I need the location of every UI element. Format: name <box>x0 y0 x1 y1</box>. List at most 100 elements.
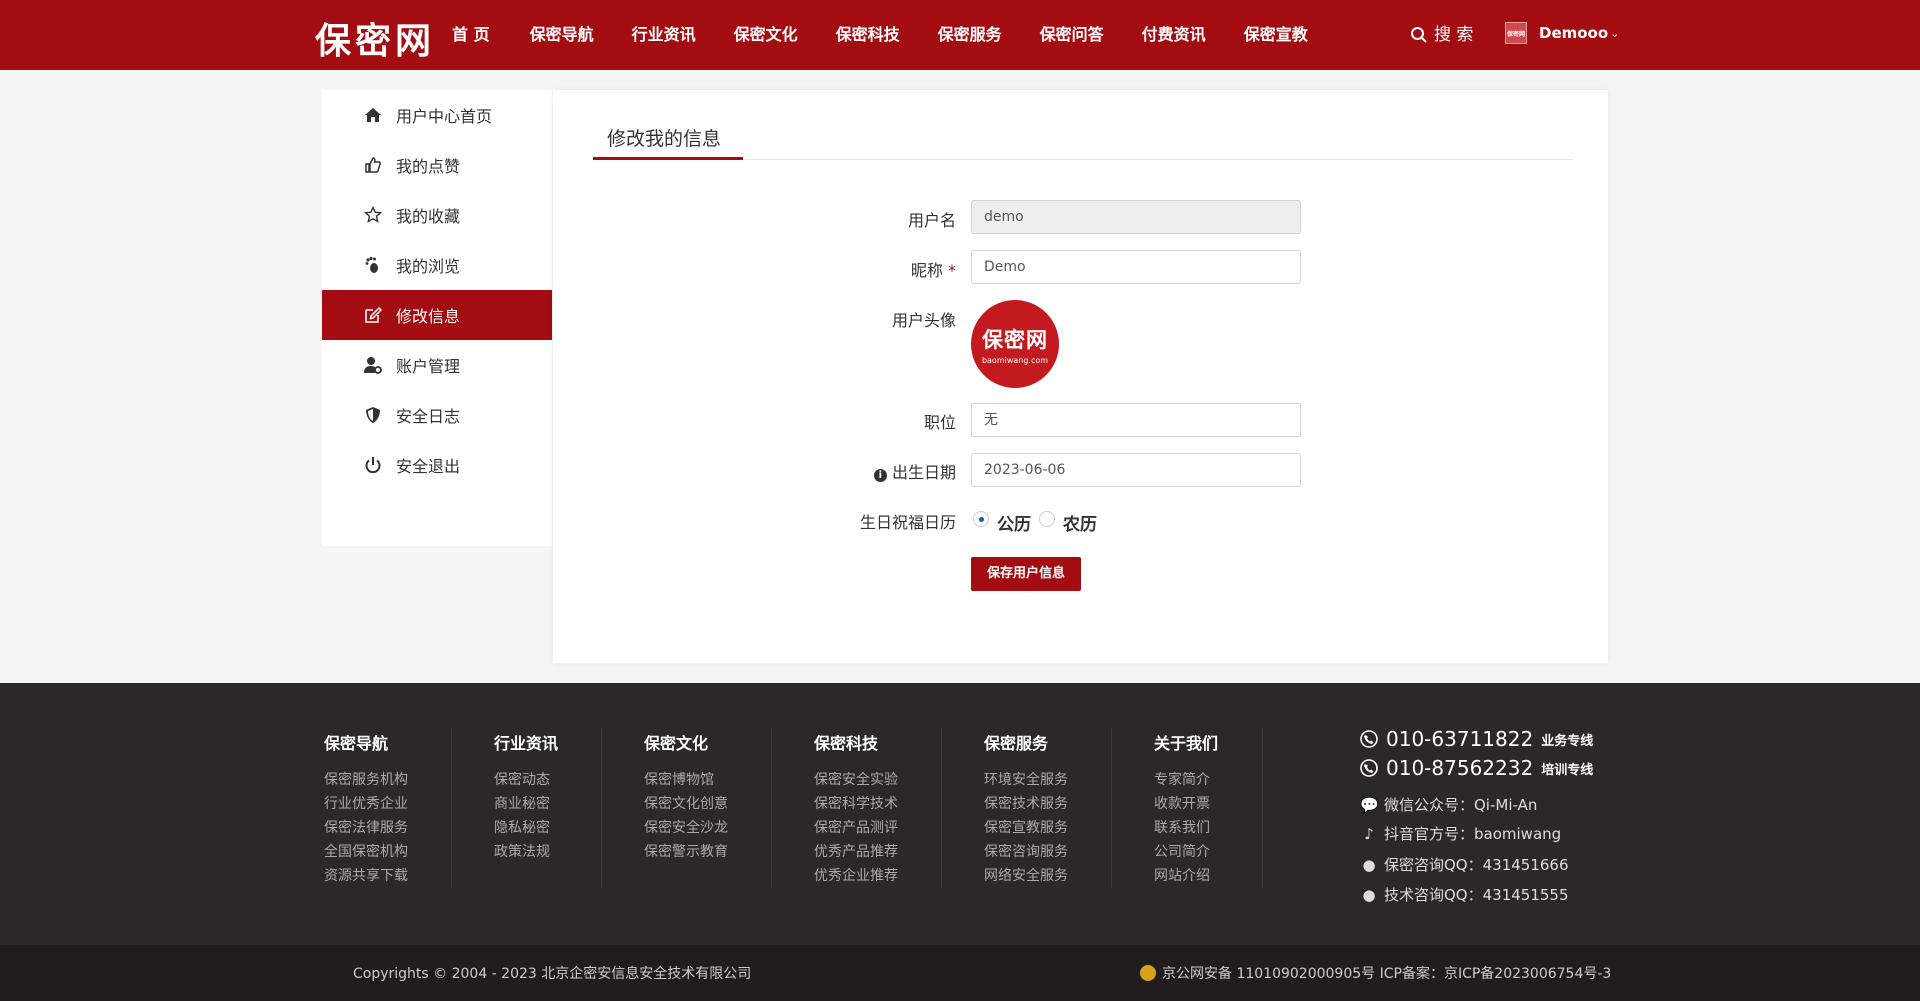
footer-link[interactable]: 保密服务机构 <box>324 768 408 792</box>
avatar-label: 用户头像 <box>891 311 956 330</box>
footer-link[interactable]: 专家简介 <box>1154 768 1218 792</box>
sidebar-item-history[interactable]: 我的浏览 <box>322 240 552 290</box>
edit-info-panel: 修改我的信息 用户名 demo 昵称 * Demo 用户头像 保密网 baomi… <box>553 90 1608 663</box>
footer-column-technology: 保密科技 保密安全实验 保密科学技术 保密产品测评 优秀产品推荐 优秀企业推荐 <box>814 730 898 888</box>
sidebar-item-security-log[interactable]: 安全日志 <box>322 390 552 440</box>
footer-link[interactable]: 保密文化创意 <box>644 792 728 816</box>
nav-item-industry-news[interactable]: 行业资讯 <box>632 0 696 70</box>
nav-item-culture[interactable]: 保密文化 <box>734 0 798 70</box>
user-avatar-image[interactable]: 保密网 baomiwang.com <box>971 300 1059 388</box>
sidebar-item-account[interactable]: 账户管理 <box>322 340 552 390</box>
user-menu[interactable]: 保密网 Demooo ⌄ <box>1505 22 1619 44</box>
footer-link[interactable]: 保密宣教服务 <box>984 816 1068 840</box>
social-text: 抖音官方号：baomiwang <box>1384 825 1562 843</box>
footer-link[interactable]: 全国保密机构 <box>324 840 408 864</box>
copyright-text: Copyrights © 2004 - 2023 北京企密安信息安全技术有限公司 <box>353 966 752 982</box>
radio-lunar-label: 农历 <box>1063 515 1097 535</box>
footer-link[interactable]: 保密动态 <box>494 768 558 792</box>
footer-link[interactable]: 保密科学技术 <box>814 792 898 816</box>
nickname-label: 昵称 * <box>756 257 956 281</box>
nav-item-technology[interactable]: 保密科技 <box>836 0 900 70</box>
main-nav: 首 页 保密导航 行业资讯 保密文化 保密科技 保密服务 保密问答 付费资讯 保… <box>452 0 1346 70</box>
star-icon <box>362 204 384 226</box>
phone-training[interactable]: 010-87562232 培训专线 <box>1360 756 1593 780</box>
nickname-field[interactable]: Demo <box>971 250 1301 284</box>
nav-item-qa[interactable]: 保密问答 <box>1040 0 1104 70</box>
footer-link[interactable]: 商业秘密 <box>494 792 558 816</box>
footer-link[interactable]: 网站介绍 <box>1154 864 1218 888</box>
footer-column-news: 行业资讯 保密动态 商业秘密 隐私秘密 政策法规 <box>494 730 558 864</box>
footer-link[interactable]: 保密产品测评 <box>814 816 898 840</box>
footer-column-culture: 保密文化 保密博物馆 保密文化创意 保密安全沙龙 保密警示教育 <box>644 730 728 864</box>
sidebar-item-favorites[interactable]: 我的收藏 <box>322 190 552 240</box>
shield-icon <box>362 404 384 426</box>
wechat-icon: 💬 <box>1360 795 1379 814</box>
nickname-label-text: 昵称 <box>910 261 943 280</box>
footer-column-title: 保密服务 <box>984 734 1049 753</box>
footer-link[interactable]: 公司简介 <box>1154 840 1218 864</box>
sidebar-item-label: 账户管理 <box>396 357 461 376</box>
social-wechat[interactable]: 💬 微信公众号：Qi-Mi-An <box>1360 794 1537 815</box>
footer-link[interactable]: 环境安全服务 <box>984 768 1068 792</box>
footer-link[interactable]: 保密安全实验 <box>814 768 898 792</box>
search-button[interactable]: 搜 索 <box>1410 0 1473 70</box>
site-logo[interactable]: 保密网 <box>315 12 435 64</box>
nav-item-navigation[interactable]: 保密导航 <box>530 0 594 70</box>
footer-bottom-bar <box>0 945 1920 1001</box>
nav-item-home[interactable]: 首 页 <box>452 0 490 70</box>
footer-link[interactable]: 优秀企业推荐 <box>814 864 898 888</box>
footer-link[interactable]: 政策法规 <box>494 840 558 864</box>
footer-column-services: 保密服务 环境安全服务 保密技术服务 保密宣教服务 保密咨询服务 网络安全服务 <box>984 730 1068 888</box>
footer-link[interactable]: 收款开票 <box>1154 792 1218 816</box>
info-icon: i <box>873 469 887 482</box>
save-button[interactable]: 保存用户信息 <box>971 557 1081 591</box>
sidebar-item-label: 安全退出 <box>396 457 461 476</box>
nav-item-services[interactable]: 保密服务 <box>938 0 1002 70</box>
icp-text: 京公网安备 11010902000905号 ICP备案：京ICP备2023006… <box>1162 966 1612 982</box>
footer-column-title: 保密文化 <box>644 734 709 753</box>
avatar-logo-text: 保密网 <box>982 327 1048 352</box>
footer-link[interactable]: 隐私秘密 <box>494 816 558 840</box>
footer-link[interactable]: 优秀产品推荐 <box>814 840 898 864</box>
social-qq-tech[interactable]: ● 技术咨询QQ：431451555 <box>1360 884 1568 905</box>
nav-item-paid-news[interactable]: 付费资讯 <box>1142 0 1206 70</box>
footer-link[interactable]: 网络安全服务 <box>984 864 1068 888</box>
footer-column-navigation: 保密导航 保密服务机构 行业优秀企业 保密法律服务 全国保密机构 资源共享下载 <box>324 730 408 888</box>
footer-link[interactable]: 行业优秀企业 <box>324 792 408 816</box>
radio-solar-calendar[interactable] <box>973 511 989 527</box>
phone-business[interactable]: 010-63711822 业务专线 <box>1360 727 1593 751</box>
footer-column-title: 保密导航 <box>324 734 389 753</box>
footer-link[interactable]: 保密警示教育 <box>644 840 728 864</box>
phone-icon <box>1360 759 1378 777</box>
footer-column-title: 行业资讯 <box>494 734 559 753</box>
avatar: 保密网 <box>1505 22 1527 44</box>
social-text: 微信公众号：Qi-Mi-An <box>1384 796 1538 814</box>
phone-tag: 业务专线 <box>1541 733 1594 749</box>
footer-link[interactable]: 保密安全沙龙 <box>644 816 728 840</box>
radio-lunar-calendar[interactable] <box>1039 511 1055 527</box>
footer-link[interactable]: 保密技术服务 <box>984 792 1068 816</box>
social-tiktok[interactable]: ♪ 抖音官方号：baomiwang <box>1360 823 1561 844</box>
footer-link[interactable]: 保密博物馆 <box>644 768 728 792</box>
radio-solar-label: 公历 <box>997 515 1031 535</box>
icp-record[interactable]: 京公网安备 11010902000905号 ICP备案：京ICP备2023006… <box>1140 963 1611 983</box>
position-field[interactable]: 无 <box>971 403 1301 437</box>
footer-divider <box>771 728 772 888</box>
sidebar-item-user-center[interactable]: 用户中心首页 <box>322 90 552 140</box>
footer-link[interactable]: 保密咨询服务 <box>984 840 1068 864</box>
birthday-field[interactable]: 2023-06-06 <box>971 453 1301 487</box>
footer-link[interactable]: 资源共享下载 <box>324 864 408 888</box>
social-qq-consult[interactable]: ● 保密咨询QQ：431451666 <box>1360 854 1569 875</box>
sidebar-item-likes[interactable]: 我的点赞 <box>322 140 552 190</box>
sidebar-item-logout[interactable]: 安全退出 <box>322 440 552 490</box>
footer-link[interactable]: 联系我们 <box>1154 816 1218 840</box>
power-icon <box>362 454 384 476</box>
social-text: 保密咨询QQ：431451666 <box>1384 856 1569 874</box>
required-marker: * <box>948 261 956 280</box>
phone-icon <box>1360 730 1378 748</box>
sidebar-item-label: 安全日志 <box>396 407 461 426</box>
nav-item-education[interactable]: 保密宣教 <box>1244 0 1308 70</box>
footer-link[interactable]: 保密法律服务 <box>324 816 408 840</box>
sidebar-item-edit-info[interactable]: 修改信息 <box>322 290 552 340</box>
user-gear-icon <box>362 354 384 376</box>
